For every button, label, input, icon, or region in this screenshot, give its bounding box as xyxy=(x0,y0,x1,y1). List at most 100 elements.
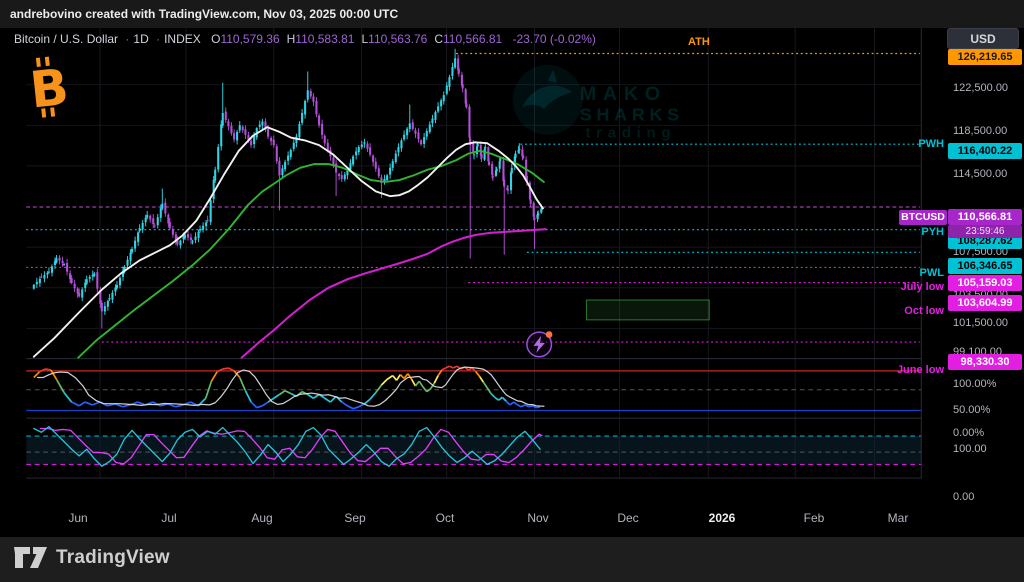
candle-body xyxy=(48,272,50,273)
time-axis-jul[interactable]: Jul xyxy=(161,511,176,525)
level-name-pyh[interactable]: PYH xyxy=(640,226,944,238)
time-axis-nov[interactable]: Nov xyxy=(527,511,548,525)
candle-body xyxy=(161,204,163,209)
oscillator-line xyxy=(364,399,370,404)
time-axis-oct[interactable]: Oct xyxy=(436,511,455,525)
candle-body xyxy=(210,200,212,222)
oscillator-line xyxy=(502,397,506,401)
currency-toggle-button[interactable]: USD xyxy=(947,28,1019,49)
candle-body xyxy=(81,289,83,297)
oscillator-line xyxy=(427,389,431,392)
oscillator-line xyxy=(72,402,80,406)
oscillator-line xyxy=(274,394,280,398)
candle-body xyxy=(465,103,467,107)
level-name-pwl[interactable]: PWL xyxy=(640,267,944,279)
oscillator-line xyxy=(279,391,285,395)
candle-body xyxy=(276,146,278,161)
candle-body xyxy=(111,293,113,300)
candle-body xyxy=(341,175,343,179)
candle-body xyxy=(437,106,439,111)
level-name-july-low[interactable]: July low xyxy=(640,281,944,293)
oscillator-line xyxy=(419,381,423,387)
candle-body xyxy=(93,274,95,276)
candle-body xyxy=(239,125,241,130)
symbol-price-tag: BTCUSD xyxy=(899,210,947,225)
price-axis[interactable]: 122,500.00118,500.00114,500.00107,500.00… xyxy=(948,28,1024,532)
candle-body xyxy=(116,285,118,288)
tradingview-logo[interactable]: TradingView xyxy=(14,546,170,570)
candle-body xyxy=(403,135,405,140)
candle-body xyxy=(533,218,535,220)
ohlc-value: 110,579.36 xyxy=(220,32,279,46)
candle-body xyxy=(33,285,35,289)
pwl-price-label: 106,346.65 xyxy=(948,258,1022,274)
level-name-june-low[interactable]: June low xyxy=(640,364,944,376)
interval-label[interactable]: 1D xyxy=(133,32,148,46)
candle-body xyxy=(104,306,106,311)
time-axis-2026[interactable]: 2026 xyxy=(709,511,736,525)
candle-body xyxy=(434,112,436,120)
candle-body xyxy=(131,249,133,252)
time-axis-sep[interactable]: Sep xyxy=(344,511,365,525)
last-price-label: 110,566.81 xyxy=(948,209,1022,225)
candle-body xyxy=(429,124,431,132)
candle-body xyxy=(261,122,263,126)
time-axis-jun[interactable]: Jun xyxy=(68,511,87,525)
oscillator-line xyxy=(453,366,457,368)
watermark-text: MAKO xyxy=(580,83,667,105)
oscillator-line xyxy=(353,407,359,409)
level-name-pwh[interactable]: PWH xyxy=(640,138,944,150)
candle-body xyxy=(488,162,490,165)
candle-body xyxy=(510,172,512,190)
time-axis-feb[interactable]: Feb xyxy=(804,511,825,525)
bitcoin-logo-icon: B xyxy=(24,56,70,123)
candle-body xyxy=(199,229,201,230)
ath-line-tag[interactable]: ATH xyxy=(688,36,710,48)
candle-body xyxy=(236,132,238,140)
candle-body xyxy=(244,129,246,134)
candle-body xyxy=(481,154,483,158)
candle-body xyxy=(397,147,399,152)
candle-body xyxy=(190,237,192,240)
tradingview-brand-text: TradingView xyxy=(56,547,170,569)
candle-body xyxy=(395,154,397,162)
time-axis-mar[interactable]: Mar xyxy=(888,511,909,525)
time-axis[interactable]: Jun Jul Aug Sep Oct Nov Dec 2026 Feb Mar xyxy=(0,505,1024,532)
notification-dot xyxy=(546,331,553,338)
oscillator-line xyxy=(393,376,397,381)
oscillator-line xyxy=(499,397,503,400)
time-axis-aug[interactable]: Aug xyxy=(251,511,272,525)
candle-body xyxy=(172,229,174,235)
oscillator-line xyxy=(257,406,263,408)
candle-body xyxy=(426,131,428,137)
candle-body xyxy=(515,154,517,158)
july-low-price-label: 105,159.03 xyxy=(948,275,1022,291)
symbol-name[interactable]: Bitcoin / U.S. Dollar xyxy=(14,32,118,46)
candle-body xyxy=(36,282,38,284)
bar-countdown: 23:59:46 xyxy=(948,225,1022,238)
oscillator-axis-tick: 0.00% xyxy=(953,427,984,439)
oscillator-line xyxy=(476,372,480,377)
watermark: MAKOSHARKStrading xyxy=(513,65,684,142)
level-name-oct-low[interactable]: Oct low xyxy=(640,305,944,317)
candle-body xyxy=(164,203,166,214)
candle-body xyxy=(492,176,494,177)
candle-body xyxy=(338,174,340,176)
candle-body xyxy=(137,232,139,241)
candle-body xyxy=(352,156,354,164)
candle-body xyxy=(267,129,269,137)
chart-legend[interactable]: Bitcoin / U.S. Dollar ·1D ·INDEX O110,57… xyxy=(14,32,596,48)
candle-body xyxy=(139,228,141,231)
candle-body xyxy=(511,168,513,173)
candle-body xyxy=(451,67,453,76)
time-axis-dec[interactable]: Dec xyxy=(617,511,638,525)
candle-body xyxy=(507,189,509,190)
oscillator-signal-line xyxy=(38,367,544,406)
oscillator-line xyxy=(92,402,100,405)
candle-body xyxy=(63,264,65,265)
candle-body xyxy=(284,162,286,169)
oscillator-line xyxy=(223,368,229,369)
candle-body xyxy=(278,161,280,176)
candle-body xyxy=(62,261,64,263)
candle-body xyxy=(431,119,433,123)
